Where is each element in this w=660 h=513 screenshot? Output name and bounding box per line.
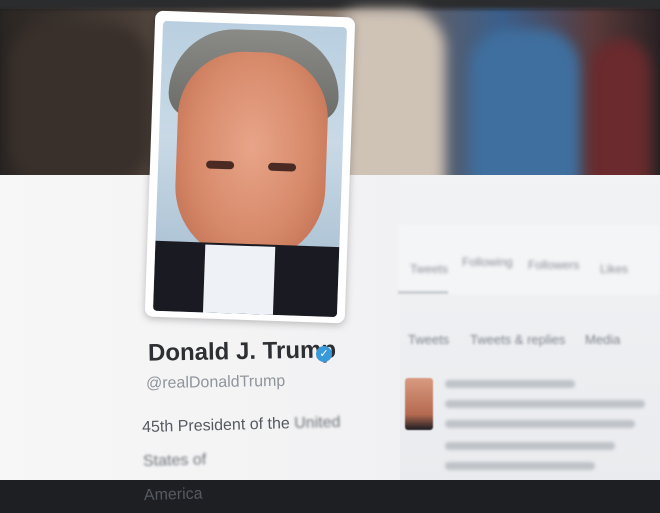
tweet-text-line [445,420,635,428]
avatar-shirt [202,244,276,315]
tweet-text-line [445,442,615,450]
stream-tab-replies[interactable]: Tweets & replies [470,332,565,347]
tweet-author-line [445,380,575,388]
bio-text-line1: 45th President of the [141,415,290,437]
bio-text-line2: America [143,485,203,505]
profile-handle[interactable]: @realDonaldTrump [146,373,286,393]
nav-tab-followers[interactable]: Followers [528,258,579,272]
tweet-author-avatar[interactable] [405,378,433,430]
nav-tab-likes[interactable]: Likes [600,262,628,276]
profile-bio: 45th President of the United States of A… [142,405,380,513]
active-tab-indicator [398,291,448,294]
profile-avatar[interactable] [152,20,348,318]
browser-top-bar [0,0,660,9]
nav-tab-following[interactable]: Following [462,255,513,269]
avatar-eye-right [267,162,297,172]
verified-badge-icon: ✓ [316,346,332,362]
stream-tab-tweets[interactable]: Tweets [408,332,449,347]
avatar-eye-left [205,160,235,170]
stream-tab-media[interactable]: Media [585,332,620,347]
tweet-text-line [445,400,645,408]
tweet-text-line [445,462,595,470]
nav-tab-tweets[interactable]: Tweets [410,262,448,276]
profile-name[interactable]: Donald J. Trump [148,336,336,367]
avatar-face [172,49,331,265]
